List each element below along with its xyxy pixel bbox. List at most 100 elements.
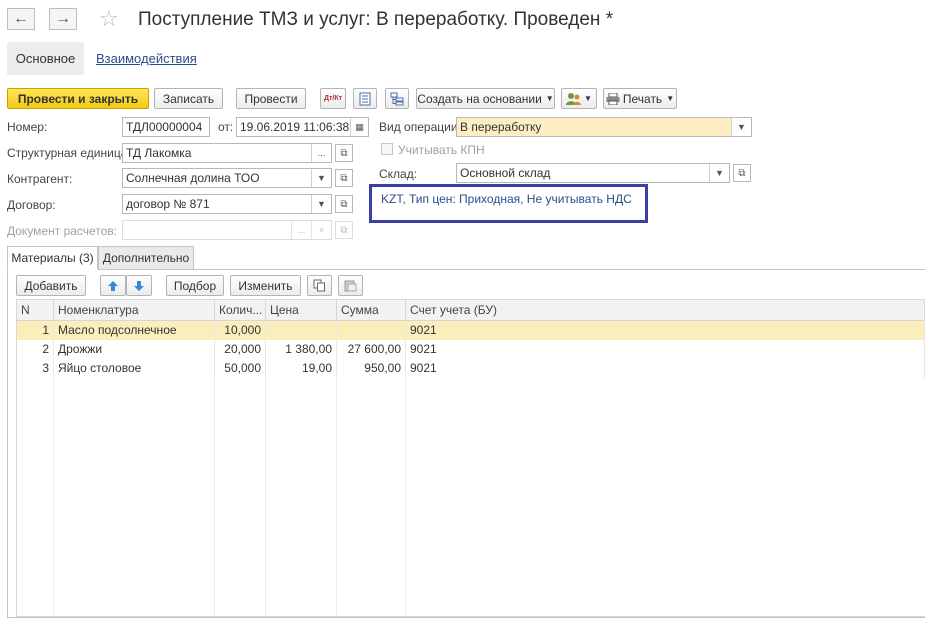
open-payment-doc-button[interactable]: ⧉ — [335, 221, 353, 239]
arrow-up-icon — [108, 280, 118, 291]
kpn-label: Учитывать КПН — [398, 143, 485, 157]
hierarchy-icon — [390, 92, 404, 105]
print-button[interactable]: Печать ▼ — [603, 88, 677, 109]
payment-doc-label: Документ расчетов: — [7, 224, 118, 238]
table-row[interactable]: 2 Дрожжи 20,000 1 380,00 27 600,00 9021 — [16, 339, 925, 359]
date-label: от: — [218, 120, 234, 134]
pick-button[interactable]: Подбор — [166, 275, 224, 296]
number-label: Номер: — [7, 120, 48, 134]
tab-main[interactable]: Основное — [7, 42, 84, 75]
paste-button[interactable] — [338, 275, 363, 296]
row-name[interactable]: Дрожжи — [53, 339, 215, 359]
users-menu-button[interactable]: ▼ — [561, 88, 597, 109]
open-warehouse-button[interactable]: ⧉ — [733, 164, 751, 182]
row-qty[interactable]: 20,000 — [214, 339, 266, 359]
row-price[interactable] — [265, 320, 337, 340]
operation-label: Вид операции: — [379, 120, 461, 134]
row-qty[interactable]: 10,000 — [214, 320, 266, 340]
chevron-down-icon: ▼ — [545, 94, 554, 103]
warehouse-label: Склад: — [379, 167, 418, 181]
open-unit-button[interactable]: ⧉ — [335, 144, 353, 162]
row-account[interactable]: 9021 — [405, 358, 925, 378]
copy-button[interactable] — [307, 275, 332, 296]
list-report-icon — [359, 92, 371, 105]
dt-kt-icon: Дт/Кт — [323, 95, 343, 102]
row-sum[interactable] — [336, 320, 406, 340]
tab-materials[interactable]: Материалы (3) — [7, 246, 98, 270]
move-up-button[interactable] — [100, 275, 126, 296]
date-field[interactable]: 19.06.2019 11:06:38 ▦ — [236, 117, 369, 137]
page-title: Поступление ТМЗ и услуг: В переработку. … — [138, 9, 614, 30]
favorite-star-icon[interactable]: ☆ — [99, 6, 119, 32]
row-account[interactable]: 9021 — [405, 320, 925, 340]
unit-field[interactable]: ТД Лакомка ... — [122, 143, 332, 163]
contractor-label: Контрагент: — [7, 172, 73, 186]
column-header-account[interactable]: Счет учета (БУ) — [405, 299, 925, 321]
chevron-down-icon[interactable]: ▼ — [709, 164, 729, 182]
open-window-icon: ⧉ — [340, 147, 348, 159]
arrow-down-icon — [134, 280, 144, 291]
post-and-close-button[interactable]: Провести и закрыть — [7, 88, 149, 109]
contract-value: договор № 871 — [126, 197, 210, 211]
chevron-down-icon[interactable]: ▼ — [311, 195, 331, 213]
kpn-checkbox[interactable] — [381, 143, 393, 155]
contract-field[interactable]: договор № 871 ▼ — [122, 194, 332, 214]
row-sum[interactable]: 27 600,00 — [336, 339, 406, 359]
print-label: Печать — [622, 91, 663, 106]
unit-label: Структурная единица: — [7, 146, 131, 160]
column-header-sum[interactable]: Сумма — [336, 299, 406, 321]
row-price[interactable]: 19,00 — [265, 358, 337, 378]
row-account[interactable]: 9021 — [405, 339, 925, 359]
operation-select[interactable]: В переработку ▼ — [456, 117, 752, 137]
tab-additional[interactable]: Дополнительно — [98, 246, 194, 270]
unit-value: ТД Лакомка — [126, 146, 192, 160]
more-dots-icon[interactable]: ... — [311, 144, 331, 162]
warehouse-field[interactable]: Основной склад ▼ — [456, 163, 730, 183]
printer-icon — [606, 92, 620, 105]
column-header-price[interactable]: Цена — [265, 299, 337, 321]
table-row[interactable]: 1 Масло подсолнечное 10,000 9021 — [16, 320, 925, 340]
row-name[interactable]: Яйцо столовое — [53, 358, 215, 378]
open-contract-button[interactable]: ⧉ — [335, 195, 353, 213]
chevron-down-icon[interactable]: ▼ — [311, 169, 331, 187]
forward-button[interactable]: → — [49, 8, 77, 30]
number-field[interactable]: ТДЛ00000004 — [122, 117, 210, 137]
calendar-icon[interactable]: ▦ — [350, 118, 368, 136]
create-based-on-button[interactable]: Создать на основании ▼ — [416, 88, 555, 109]
row-number: 3 — [16, 358, 54, 378]
arrow-left-icon: ← — [13, 10, 29, 27]
operation-value: В переработку — [460, 120, 542, 134]
row-qty[interactable]: 50,000 — [214, 358, 266, 378]
open-contractor-button[interactable]: ⧉ — [335, 169, 353, 187]
move-down-button[interactable] — [126, 275, 152, 296]
row-price[interactable]: 1 380,00 — [265, 339, 337, 359]
more-dots-icon[interactable]: ... — [291, 221, 311, 239]
payment-doc-field[interactable]: ... × — [122, 220, 332, 240]
contractor-field[interactable]: Солнечная долина ТОО ▼ — [122, 168, 332, 188]
paste-icon — [344, 280, 357, 292]
users-icon — [566, 92, 582, 105]
table-header-row: N Номенклатура Колич... Цена Сумма Счет … — [16, 299, 925, 321]
column-header-name[interactable]: Номенклатура — [53, 299, 215, 321]
back-button[interactable]: ← — [7, 8, 35, 30]
column-header-n[interactable]: N — [16, 299, 54, 321]
open-window-icon: ⧉ — [340, 198, 348, 210]
edit-button[interactable]: Изменить — [230, 275, 301, 296]
row-name[interactable]: Масло подсолнечное — [53, 320, 215, 340]
clear-icon[interactable]: × — [311, 221, 331, 239]
copy-icon — [313, 279, 325, 292]
dt-kt-button[interactable]: Дт/Кт — [320, 88, 346, 109]
open-window-icon: ⧉ — [738, 167, 746, 179]
add-row-button[interactable]: Добавить — [16, 275, 86, 296]
post-button[interactable]: Провести — [236, 88, 306, 109]
price-info-link[interactable]: KZT, Тип цен: Приходная, Не учитывать НД… — [381, 192, 632, 206]
tab-interactions-link[interactable]: Взаимодействия — [96, 51, 197, 66]
save-button[interactable]: Записать — [154, 88, 223, 109]
chevron-down-icon[interactable]: ▼ — [731, 118, 751, 136]
column-header-qty[interactable]: Колич... — [214, 299, 266, 321]
report-button[interactable] — [353, 88, 377, 109]
row-sum[interactable]: 950,00 — [336, 358, 406, 378]
open-window-icon: ⧉ — [340, 172, 348, 184]
structure-button[interactable] — [385, 88, 409, 109]
table-row[interactable]: 3 Яйцо столовое 50,000 19,00 950,00 9021 — [16, 358, 925, 378]
